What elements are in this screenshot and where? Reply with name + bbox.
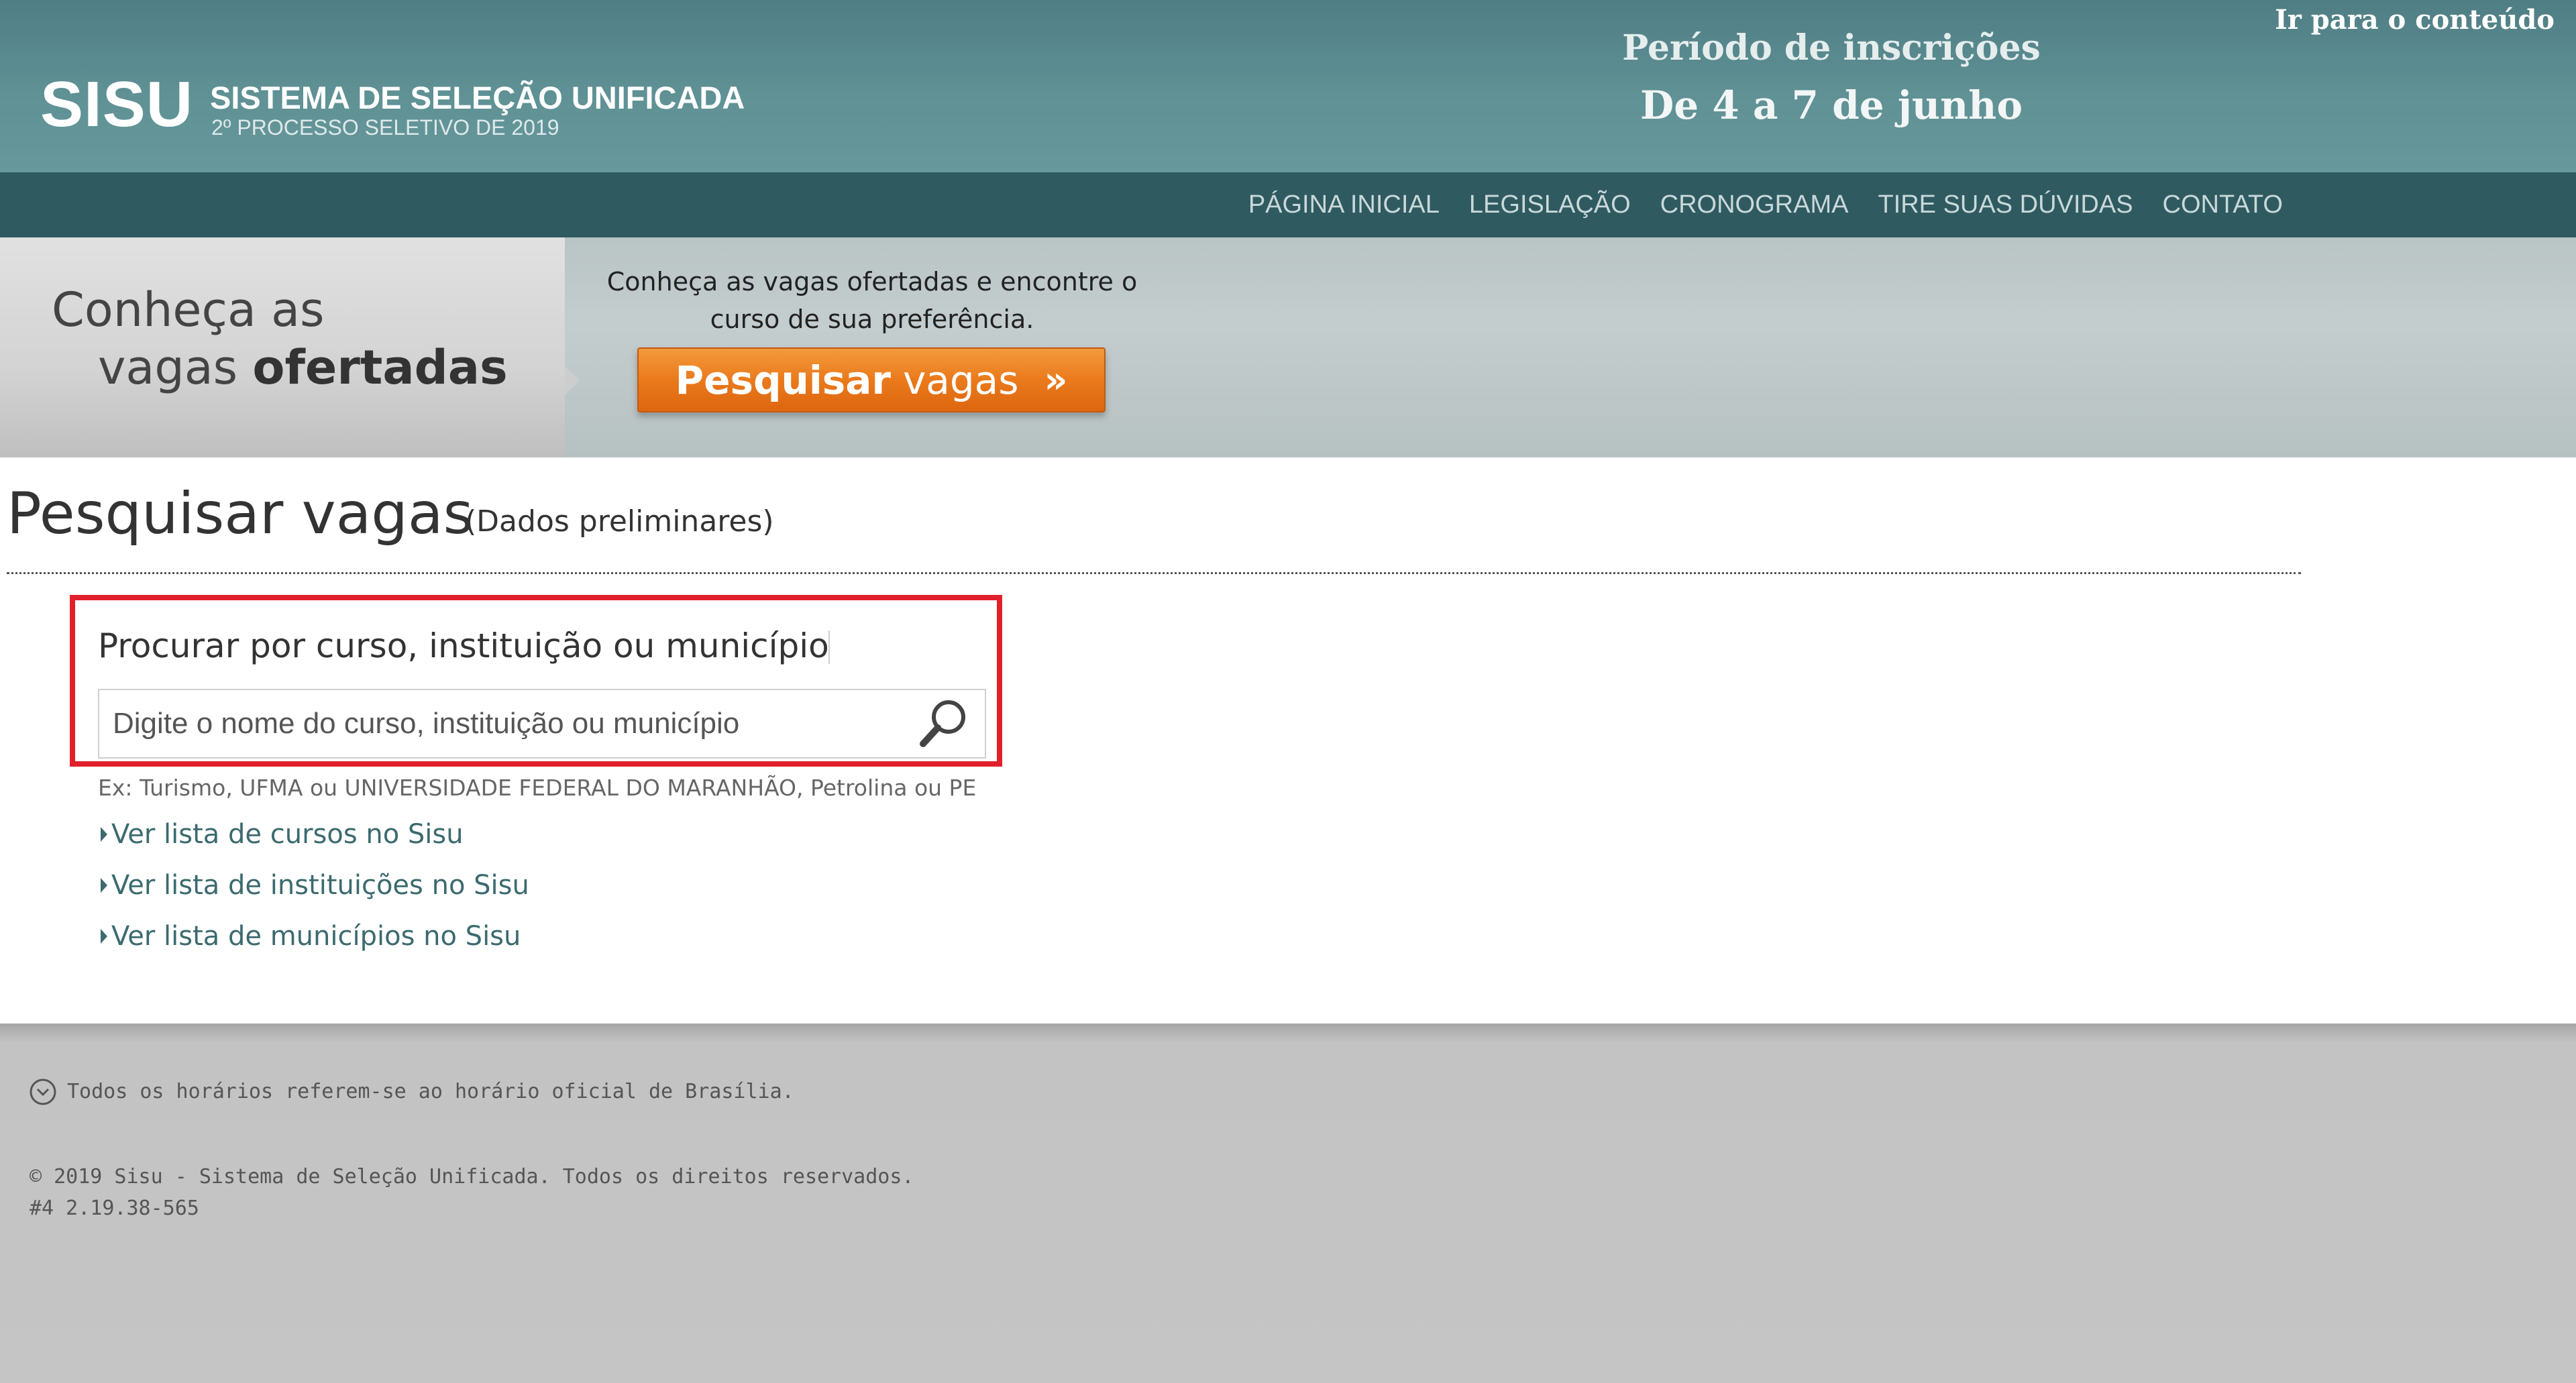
nav-item-schedule[interactable]: CRONOGRAMA [1660,190,1849,219]
link-institutions-label: Ver lista de instituições no Sisu [111,870,529,901]
triangle-right-icon [101,827,107,842]
version-text: #4 2.19.38-565 [30,1197,199,1220]
triangle-right-icon [101,878,107,893]
page-title-note: (Dados preliminares) [465,504,774,539]
banner-title-bold: ofertadas [252,340,508,395]
nav-item-contact[interactable]: CONTATO [2163,190,2283,219]
nav-item-home[interactable]: PÁGINA INICIAL [1248,190,1440,219]
timezone-note: Todos os horários referem-se ao horário … [67,1080,794,1103]
double-chevron-right-icon: » [1044,359,1068,401]
banner-title-line2: vagas ofertadas [98,339,508,396]
search-field [98,689,986,759]
link-institutions-list[interactable]: Ver lista de instituições no Sisu [101,865,529,905]
registration-period-dates: De 4 a 7 de junho [1640,82,2023,128]
sisu-logo[interactable]: SISU [40,72,193,137]
nav-item-faq[interactable]: TIRE SUAS DÚVIDAS [1878,190,2133,219]
main-navigation: PÁGINA INICIAL LEGISLAÇÃO CRONOGRAMA TIR… [0,172,2576,237]
link-municipalities-label: Ver lista de municípios no Sisu [111,921,521,952]
banner-title-prefix: vagas [98,340,253,395]
label-separator [828,630,830,664]
skip-to-content-link[interactable]: Ir para o conteúdo [2275,3,2555,38]
triangle-right-icon [101,929,107,944]
page-title: Pesquisar vagas [7,480,474,547]
clock-icon [28,1077,58,1107]
link-municipalities-list[interactable]: Ver lista de municípios no Sisu [101,916,521,956]
registration-period-label: Período de inscrições [1622,27,2041,68]
search-label: Procurar por curso, instituição ou munic… [98,626,829,665]
search-input[interactable] [113,690,904,757]
title-divider [7,572,2301,574]
link-courses-label: Ver lista de cursos no Sisu [111,819,464,850]
search-vacancies-button[interactable]: Pesquisar vagas » [637,347,1106,412]
process-subtitle: 2º PROCESSO SELETIVO DE 2019 [211,115,559,140]
search-icon[interactable] [911,694,975,753]
banner-description: Conheça as vagas ofertadas e encontre o … [606,267,1138,334]
cta-label-bold: Pesquisar [675,357,891,403]
banner-pointer [565,366,580,395]
nav-item-legislation[interactable]: LEGISLAÇÃO [1469,190,1631,219]
system-name: SISTEMA DE SELEÇÃO UNIFICADA [210,80,745,115]
copyright-text: © 2019 Sisu - Sistema de Seleção Unifica… [30,1165,914,1188]
search-example-hint: Ex: Turismo, UFMA ou UNIVERSIDADE FEDERA… [98,775,977,801]
nav-list: PÁGINA INICIAL LEGISLAÇÃO CRONOGRAMA TIR… [1248,172,2283,237]
cta-label-light: vagas [902,357,1019,403]
link-courses-list[interactable]: Ver lista de cursos no Sisu [101,814,464,854]
banner-title-line1: Conheça as [52,282,325,337]
